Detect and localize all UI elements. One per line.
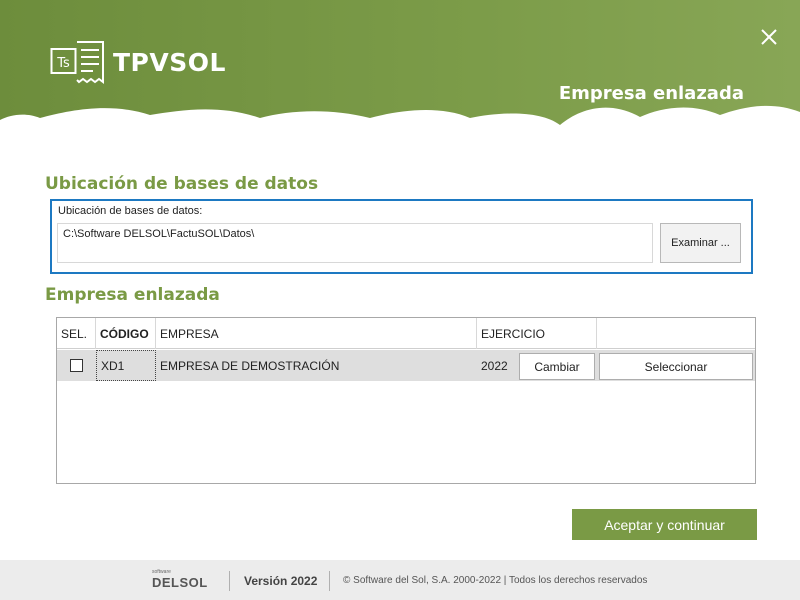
company-table: SEL. CÓDIGO EMPRESA EJERCICIO XD1 EMPRES… (56, 317, 756, 484)
row-select-checkbox[interactable] (70, 359, 83, 372)
table-header: SEL. CÓDIGO EMPRESA EJERCICIO (57, 318, 755, 349)
company-section-title: Empresa enlazada (45, 285, 220, 305)
db-path-group: Ubicación de bases de datos: C:\Software… (50, 199, 753, 274)
column-header-actions (597, 318, 755, 349)
change-button[interactable]: Cambiar (519, 353, 595, 380)
row-year: 2022 (481, 358, 508, 373)
column-header-code[interactable]: CÓDIGO (96, 318, 156, 349)
db-path-input[interactable]: C:\Software DELSOL\FactuSOL\Datos\ (57, 223, 653, 263)
header-banner: Ts TPVSOL Empresa enlazada (0, 0, 800, 160)
svg-text:Ts: Ts (56, 56, 70, 71)
row-code: XD1 (96, 350, 156, 381)
close-icon (761, 29, 777, 45)
select-button[interactable]: Seleccionar (599, 353, 753, 380)
close-button[interactable] (756, 24, 782, 50)
row-select-cell (70, 350, 90, 381)
copyright-text: © Software del Sol, S.A. 2000-2022 | Tod… (343, 575, 648, 586)
app-logo: Ts TPVSOL (50, 40, 226, 84)
version-label: Versión 2022 (244, 574, 318, 588)
brand-text: DELSOL (152, 575, 208, 590)
app-logo-icon: Ts (50, 40, 105, 84)
app-name: TPVSOL (113, 47, 226, 77)
column-header-year[interactable]: EJERCICIO (477, 318, 597, 349)
browse-button[interactable]: Examinar ... (660, 223, 741, 263)
footer: software DELSOL Versión 2022 © Software … (0, 560, 800, 600)
db-path-label: Ubicación de bases de datos: (58, 205, 203, 217)
column-header-sel[interactable]: SEL. (57, 318, 96, 349)
row-company-name: EMPRESA DE DEMOSTRACIÓN (160, 358, 340, 373)
dialog-title: Empresa enlazada (558, 83, 744, 104)
accept-continue-button[interactable]: Aceptar y continuar (572, 509, 757, 540)
footer-divider (329, 571, 330, 591)
column-header-company[interactable]: EMPRESA (156, 318, 477, 349)
db-section-title: Ubicación de bases de datos (45, 174, 319, 194)
table-row[interactable]: XD1 EMPRESA DE DEMOSTRACIÓN 2022 Cambiar… (57, 350, 755, 381)
footer-divider (229, 571, 230, 591)
